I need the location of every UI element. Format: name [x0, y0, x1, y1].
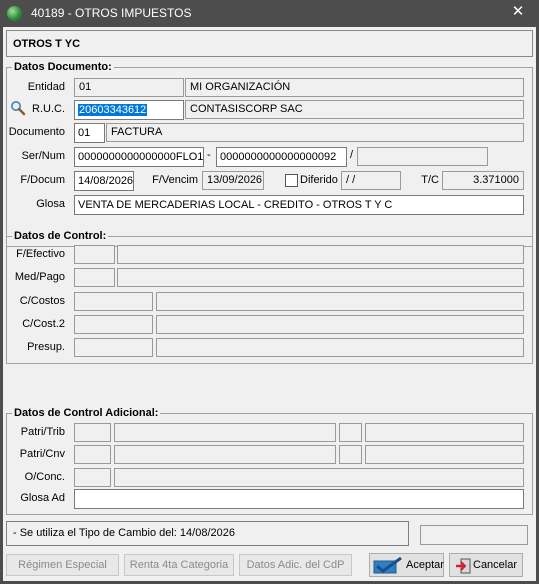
ccostos-desc-field	[156, 292, 524, 311]
renta-4ta-button[interactable]: Renta 4ta Categoria	[124, 554, 234, 576]
sernum-slash: /	[350, 149, 354, 161]
glosa-input[interactable]: VENTA DE MERCADERIAS LOCAL - CREDITO - O…	[74, 195, 524, 215]
header-title: OTROS T YC	[13, 38, 81, 50]
fefectivo-label: F/Efectivo	[16, 248, 65, 260]
documento-code-input[interactable]: 01	[74, 123, 105, 143]
tc-field: 3.371000	[442, 171, 524, 190]
check-icon	[373, 557, 402, 574]
app-icon	[7, 6, 22, 21]
presup-label: Presup.	[27, 341, 65, 353]
dialog-client: OTROS T YC Datos Documento: Entidad 01 M…	[3, 27, 536, 581]
medpago-code-field[interactable]	[74, 268, 115, 287]
datos-adic-cdp-button[interactable]: Datos Adic. del CdP	[239, 554, 352, 576]
patritrib-code2-field[interactable]	[339, 423, 362, 442]
patritrib-code-field[interactable]	[74, 423, 111, 442]
ruc-input[interactable]: 20603343612	[74, 100, 184, 120]
glosa-label: Glosa	[36, 198, 65, 210]
glosa-ad-input[interactable]	[74, 489, 524, 509]
fdocum-input[interactable]: 14/08/2026	[74, 171, 134, 191]
patricnv-code2-field[interactable]	[339, 445, 362, 464]
sernum-extra-field[interactable]	[357, 147, 488, 166]
tc-label: T/C	[421, 174, 439, 186]
ccost2-label: C/Cost.2	[22, 318, 65, 330]
status-extra-field	[420, 525, 528, 545]
oconc-desc-field	[114, 468, 524, 487]
fefectivo-code-field[interactable]	[74, 245, 115, 264]
exit-icon	[456, 558, 471, 574]
patritrib-desc2-field	[365, 423, 524, 442]
cancelar-label: Cancelar	[473, 559, 518, 571]
documento-label: Documento	[8, 126, 65, 138]
serie-input[interactable]: 0000000000000000FLO1	[74, 147, 204, 167]
window-title: 40189 - OTROS IMPUESTOS	[31, 6, 192, 20]
presup-desc-field	[156, 338, 524, 357]
fvencim-field[interactable]: 13/09/2026	[202, 171, 264, 190]
documento-name-field: FACTURA	[106, 123, 524, 142]
entidad-name-field: MI ORGANIZACIÓN	[185, 78, 524, 97]
ruc-label: R.U.C.	[32, 103, 65, 115]
aceptar-label: Aceptar	[406, 559, 444, 571]
datos-control-legend: Datos de Control:	[12, 230, 109, 242]
diferido-checkbox[interactable]	[285, 174, 298, 187]
fefectivo-desc-field	[117, 245, 524, 264]
diferido-label: Diferido	[300, 174, 338, 186]
medpago-label: Med/Pago	[14, 271, 65, 283]
ruc-name-field: CONTASISCORP SAC	[185, 100, 524, 119]
diferido-date-field[interactable]: / /	[341, 171, 401, 190]
search-icon[interactable]	[10, 100, 26, 116]
dialog-window: 40189 - OTROS IMPUESTOS ✕ OTROS T YC Dat…	[0, 0, 539, 584]
ccost2-desc-field	[156, 315, 524, 334]
sernum-dash: -	[207, 149, 211, 161]
status-message: - Se utiliza el Tipo de Cambio del: 14/0…	[6, 521, 409, 546]
title-bar: 40189 - OTROS IMPUESTOS ✕	[0, 0, 539, 27]
medpago-desc-field	[117, 268, 524, 287]
aceptar-button[interactable]: Aceptar	[369, 553, 444, 577]
entidad-label: Entidad	[27, 81, 65, 93]
presup-code-field[interactable]	[74, 338, 153, 357]
patritrib-desc-field	[114, 423, 336, 442]
oconc-label: O/Conc.	[24, 471, 65, 483]
regimen-especial-button[interactable]: Régimen Especial	[6, 554, 119, 576]
patricnv-label: Patri/Cnv	[19, 448, 65, 460]
fvencim-label: F/Vencim	[152, 174, 198, 186]
patricnv-code-field[interactable]	[74, 445, 111, 464]
header-panel: OTROS T YC	[6, 30, 533, 57]
glosa-ad-label: Glosa Ad	[20, 492, 65, 504]
fdocum-label: F/Docum	[20, 174, 65, 186]
patricnv-desc-field	[114, 445, 336, 464]
ruc-value: 20603343612	[78, 104, 148, 116]
datos-documento-legend: Datos Documento:	[12, 61, 114, 73]
sernum-label: Ser/Num	[21, 150, 65, 162]
patricnv-desc2-field	[365, 445, 524, 464]
ccostos-code-field[interactable]	[74, 292, 153, 311]
patritrib-label: Patri/Trib	[20, 426, 65, 438]
numero-input[interactable]: 0000000000000000092	[216, 147, 347, 167]
ccostos-label: C/Costos	[19, 295, 65, 307]
entidad-code-field[interactable]: 01	[74, 78, 184, 97]
datos-control-adicional-legend: Datos de Control Adicional:	[12, 407, 161, 419]
cancelar-button[interactable]: Cancelar	[449, 553, 523, 577]
ccost2-code-field[interactable]	[74, 315, 153, 334]
close-button[interactable]: ✕	[510, 4, 526, 20]
oconc-code-field[interactable]	[74, 468, 111, 487]
